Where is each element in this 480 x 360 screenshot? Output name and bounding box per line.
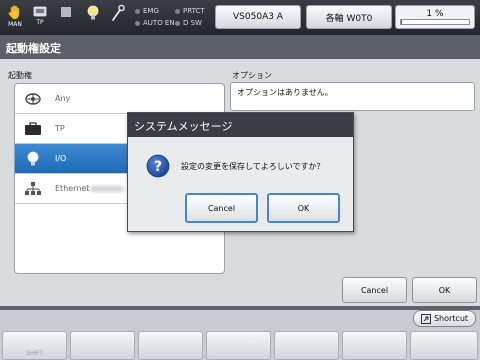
ok-button[interactable]: OK	[412, 277, 477, 303]
auto-en-label: AUTO EN	[143, 19, 175, 27]
list-item-label: Any	[55, 94, 71, 103]
fkey-3[interactable]	[138, 331, 203, 360]
option-text: オプションはありません。	[230, 82, 475, 111]
fkey-7[interactable]	[410, 331, 478, 360]
d-sw-label: D SW	[183, 19, 202, 27]
prtct-status: PRTCT	[175, 7, 205, 15]
hand-icon	[8, 5, 20, 20]
redacted-text	[90, 185, 125, 192]
dialog-message: 設定の変更を保存してよろしいですか？	[181, 162, 325, 171]
stop-indicator[interactable]	[55, 4, 77, 18]
speed-bar-fill	[401, 20, 402, 24]
system-message-dialog: システムメッセージ ? 設定の変更を保存してよろしいですか？ Cancel OK	[127, 112, 354, 232]
teach-pendant-icon	[33, 6, 47, 17]
d-sw-led	[175, 20, 180, 26]
tool-indicator[interactable]	[107, 4, 129, 22]
svg-text:?: ?	[154, 159, 162, 175]
speed-indicator[interactable]: 1 %	[395, 5, 475, 29]
globe-icon	[25, 92, 41, 105]
tp-mode-indicator[interactable]: TP	[29, 4, 51, 26]
fkey-6[interactable]	[342, 331, 407, 360]
stop-square-icon	[61, 7, 71, 17]
tp-mode-caption: TP	[36, 19, 44, 26]
cancel-button[interactable]: Cancel	[342, 277, 407, 303]
emg-label: EMG	[143, 7, 159, 15]
list-item-label: TP	[55, 124, 65, 133]
lamp-indicator[interactable]	[82, 4, 104, 22]
wrench-icon	[112, 4, 125, 21]
teach-pendant-icon	[25, 121, 41, 135]
fkey-5[interactable]	[274, 331, 339, 360]
dialog-cancel-button[interactable]: Cancel	[185, 193, 258, 223]
dialog-title: システムメッセージ	[128, 113, 353, 137]
shortcut-arrow-icon	[420, 313, 431, 324]
network-icon	[25, 181, 41, 195]
bulb-icon	[27, 151, 39, 165]
list-item-label: I/O	[55, 154, 67, 163]
shortcut-label: Shortcut	[433, 314, 469, 323]
emg-led	[135, 8, 140, 14]
page-title: 起動権設定	[0, 35, 480, 59]
shortcut-button[interactable]: Shortcut	[413, 310, 476, 327]
option-label: オプション	[232, 71, 272, 80]
prtct-led	[175, 8, 180, 14]
speed-value: 1 %	[426, 9, 444, 19]
question-icon: ?	[146, 154, 170, 178]
dialog-ok-button[interactable]: OK	[267, 193, 340, 223]
auto-en-led	[135, 20, 140, 26]
auto-en-status: AUTO EN	[135, 19, 175, 27]
prtct-label: PRTCT	[183, 7, 205, 15]
list-item-any[interactable]: Any	[15, 84, 224, 114]
fkey-shift[interactable]: SHIFT	[2, 331, 67, 360]
robot-selector-button[interactable]: VS050A3 A	[215, 5, 301, 29]
list-label: 起動権	[8, 71, 32, 80]
emg-status: EMG	[135, 7, 159, 15]
manual-mode-caption: MAN	[8, 21, 22, 28]
fkey-2[interactable]	[70, 331, 135, 360]
manual-mode-indicator[interactable]: MAN	[4, 4, 26, 28]
list-item-label: Ethernet	[55, 184, 90, 193]
d-sw-status: D SW	[175, 19, 202, 27]
top-status-bar: MAN TP EMG PRTCT AUTO EN D SW VS050A3 A …	[0, 0, 480, 35]
axis-mode-button[interactable]: 各軸 W0T0	[306, 5, 392, 29]
bulb-icon	[87, 5, 99, 20]
fkey-4[interactable]	[206, 331, 271, 360]
speed-bar	[400, 19, 470, 25]
